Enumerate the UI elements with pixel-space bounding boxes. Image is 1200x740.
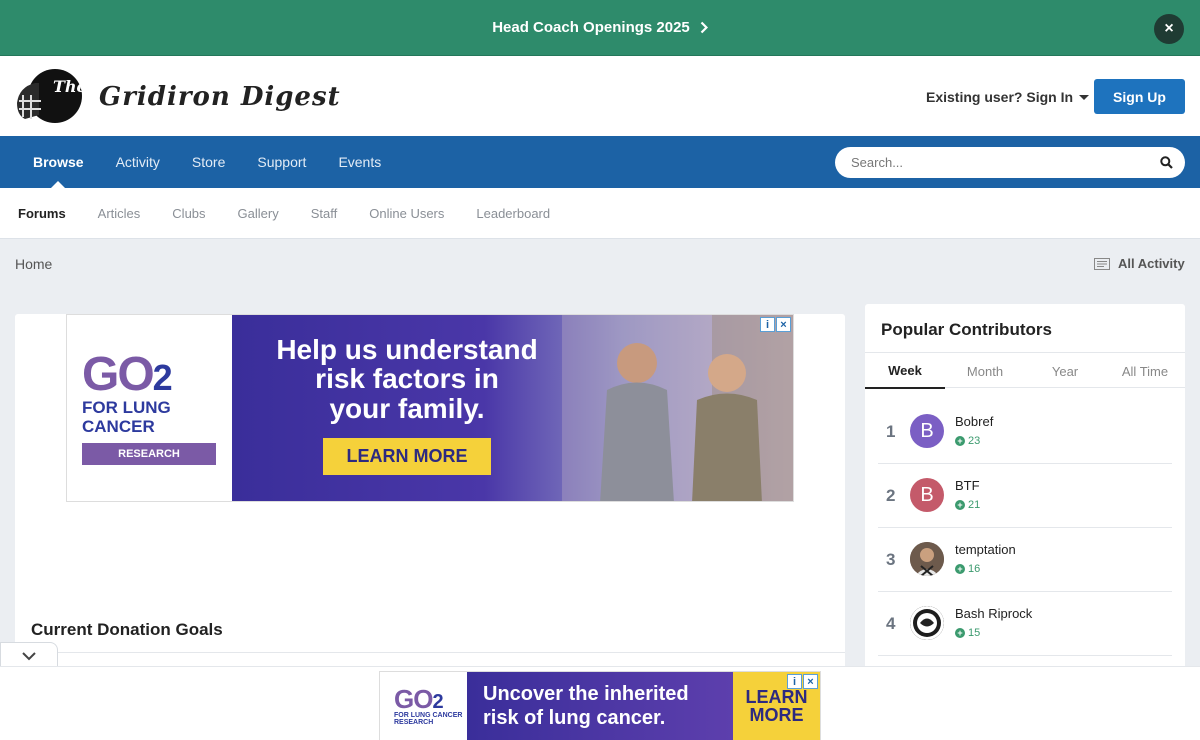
banner-ad-top[interactable]: GO2 FOR LUNG CANCER RESEARCH Help us und…	[66, 314, 794, 502]
secondary-nav: Forums Articles Clubs Gallery Staff Onli…	[0, 188, 1200, 239]
search-input[interactable]	[851, 155, 1160, 170]
ad-choices[interactable]: i ×	[760, 317, 791, 332]
ad-headline: Help us understand risk factors in your …	[276, 334, 538, 424]
site-name: Gridiron Digest	[99, 82, 341, 112]
reputation: +21	[955, 499, 980, 511]
sign-in-dropdown[interactable]: Existing user? Sign In	[926, 89, 1090, 105]
avatar[interactable]: B	[910, 478, 944, 512]
widget-title: Popular Contributors	[881, 320, 1052, 339]
contributor-row: 4 Bash Riprock +15	[878, 592, 1172, 656]
ad-message-block: Help us understand risk factors in your …	[232, 315, 793, 501]
site-logo[interactable]: The Gridiron Digest	[15, 69, 341, 125]
reputation: +23	[955, 435, 980, 447]
rank: 4	[886, 614, 896, 633]
nav-events[interactable]: Events	[322, 136, 397, 188]
site-header: The Gridiron Digest Existing user? Sign …	[0, 56, 1200, 136]
ad-info-icon[interactable]: i	[760, 317, 775, 332]
avatar-photo-icon	[910, 542, 944, 576]
plus-icon: +	[955, 628, 965, 638]
announcement-text: Head Coach Openings 2025	[492, 19, 690, 36]
divider	[15, 652, 845, 653]
rank: 1	[886, 422, 896, 441]
contributor-name[interactable]: Bash Riprock	[955, 606, 1032, 621]
rank: 3	[886, 550, 896, 569]
subnav-gallery[interactable]: Gallery	[222, 188, 295, 239]
avatar[interactable]	[910, 542, 944, 576]
popular-contributors-widget: Popular Contributors Week Month Year All…	[865, 304, 1185, 674]
ad-bottom-headline: Uncover the inherited risk of lung cance…	[467, 672, 733, 740]
collapse-ad-button[interactable]	[0, 642, 58, 668]
tab-all-time[interactable]: All Time	[1105, 353, 1185, 389]
reputation: +16	[955, 563, 980, 575]
close-announcement-button[interactable]: ×	[1154, 14, 1184, 44]
contributor-row: 3 temptation +16	[878, 528, 1172, 592]
contributor-row: 2 B BTF +21	[878, 464, 1172, 528]
activity-feed-icon	[1094, 257, 1110, 270]
ad-logo-line1: FOR LUNG	[82, 398, 171, 418]
announcement-bar: Head Coach Openings 2025 ×	[0, 0, 1200, 56]
breadcrumb-home[interactable]: Home	[15, 256, 52, 272]
rank: 2	[886, 486, 896, 505]
svg-text:The: The	[53, 77, 87, 96]
contributor-name[interactable]: Bobref	[955, 414, 993, 429]
ad-logo-line2: CANCER	[82, 417, 155, 436]
nav-activity[interactable]: Activity	[100, 136, 176, 188]
helmet-logo-icon: The	[17, 69, 87, 123]
subnav-clubs[interactable]: Clubs	[156, 188, 221, 239]
reputation: +15	[955, 627, 980, 639]
chevron-down-icon	[22, 651, 36, 660]
subnav-forums[interactable]: Forums	[2, 188, 82, 239]
avatar[interactable]	[910, 606, 944, 640]
caret-down-icon	[1079, 94, 1090, 100]
ad-photo	[562, 315, 793, 501]
period-tabs: Week Month Year All Time	[865, 352, 1185, 389]
bottom-ad-bar: GO2 FOR LUNG CANCER RESEARCH Uncover the…	[0, 666, 1200, 740]
nav-support[interactable]: Support	[241, 136, 322, 188]
tab-week[interactable]: Week	[865, 353, 945, 389]
nav-browse[interactable]: Browse	[17, 136, 100, 188]
search-box	[835, 147, 1185, 178]
subnav-online-users[interactable]: Online Users	[353, 188, 460, 239]
plus-icon: +	[955, 436, 965, 446]
contributor-name[interactable]: temptation	[955, 542, 1016, 557]
ad-learn-more-button[interactable]: LEARN MORE	[323, 438, 491, 475]
ad-bottom-logo: GO2 FOR LUNG CANCER RESEARCH	[380, 672, 467, 740]
tab-month[interactable]: Month	[945, 353, 1025, 389]
nav-store[interactable]: Store	[176, 136, 241, 188]
sign-in-label: Existing user? Sign In	[926, 89, 1074, 105]
banner-ad-bottom[interactable]: GO2 FOR LUNG CANCER RESEARCH Uncover the…	[379, 671, 821, 740]
avatar-emblem-icon	[910, 606, 944, 640]
close-icon: ×	[1164, 20, 1174, 37]
plus-icon: +	[955, 500, 965, 510]
all-activity-label: All Activity	[1118, 256, 1185, 271]
tab-year[interactable]: Year	[1025, 353, 1105, 389]
sign-up-button[interactable]: Sign Up	[1094, 79, 1185, 114]
ad-logo: GO2	[82, 348, 173, 402]
all-activity-link[interactable]: All Activity	[1094, 256, 1185, 271]
ad-bottom-close-icon[interactable]: ×	[803, 674, 818, 689]
subnav-staff[interactable]: Staff	[295, 188, 354, 239]
donation-goals-heading: Current Donation Goals	[31, 620, 223, 639]
chevron-right-icon	[700, 21, 708, 34]
ad-logo-badge: RESEARCH	[82, 442, 216, 465]
ad-bottom-info-icon[interactable]: i	[787, 674, 802, 689]
ad-close-icon[interactable]: ×	[776, 317, 791, 332]
search-icon[interactable]	[1160, 156, 1173, 169]
contributor-row: 1 B Bobref +23	[878, 400, 1172, 464]
subnav-articles[interactable]: Articles	[82, 188, 157, 239]
contributor-name[interactable]: BTF	[955, 478, 980, 493]
main-content-panel: GO2 FOR LUNG CANCER RESEARCH Help us und…	[15, 314, 845, 674]
ad-bottom-choices[interactable]: i ×	[787, 674, 818, 689]
avatar[interactable]: B	[910, 414, 944, 448]
primary-nav: Browse Activity Store Support Events	[0, 136, 1200, 188]
subnav-leaderboard[interactable]: Leaderboard	[460, 188, 566, 239]
plus-icon: +	[955, 564, 965, 574]
announcement-link[interactable]: Head Coach Openings 2025	[492, 19, 708, 36]
ad-logo-block: GO2 FOR LUNG CANCER RESEARCH	[67, 315, 232, 501]
